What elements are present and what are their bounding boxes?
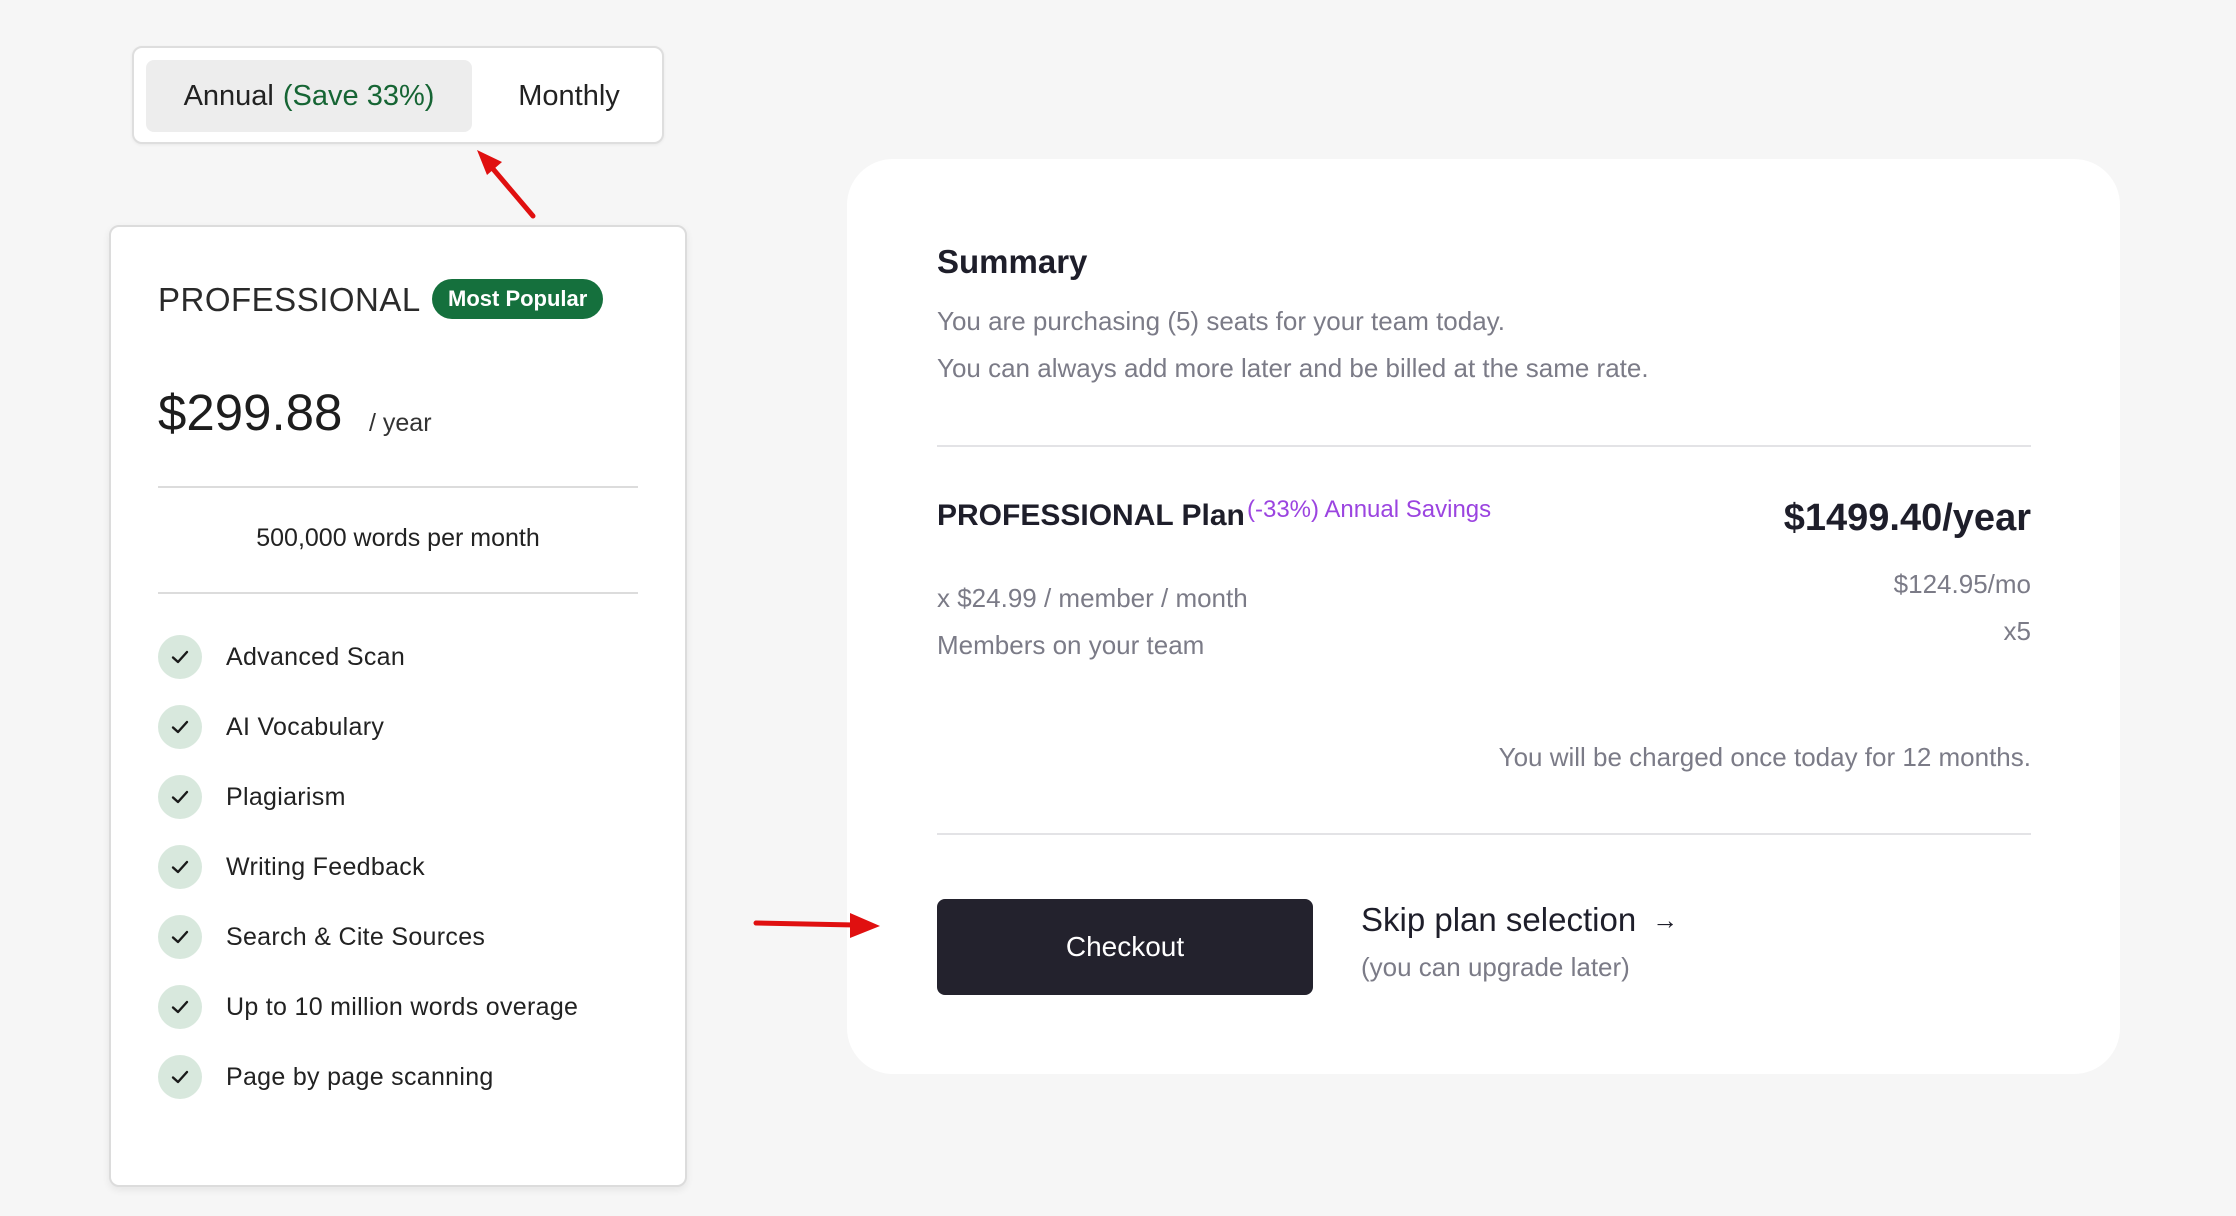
summary-total-price: $1499.40/year [1783,497,2031,539]
annotation-arrow-icon [477,150,536,219]
divider [937,833,2031,835]
skip-plan-selection-link[interactable]: Skip plan selection → [1361,901,1678,939]
feature-item: Up to 10 million words overage [158,985,658,1029]
billing-toggle: Annual (Save 33%) Monthly [132,46,664,144]
billing-option-monthly[interactable]: Monthly [484,60,654,132]
summary-title: Summary [937,243,1088,280]
monthly-total: $124.95/mo [1893,569,2031,599]
skip-upgrade-note: (you can upgrade later) [1361,952,1630,982]
divider [158,592,638,594]
plan-name: PROFESSIONAL [158,281,421,318]
annual-savings-label: (-33%) Annual Savings [1247,496,1492,523]
summary-billing-text: You can always add more later and be bil… [937,353,1649,383]
feature-label: Page by page scanning [226,1062,494,1091]
feature-label: Up to 10 million words overage [226,992,579,1021]
check-icon [158,985,202,1029]
arrow-right-icon: → [1652,904,1679,935]
feature-item: Writing Feedback [158,845,658,889]
feature-item: AI Vocabulary [158,705,658,749]
summary-seats-text: You are purchasing (5) seats for your te… [937,306,1505,336]
annual-save-tag: (Save 33%) [282,79,435,112]
divider [158,486,638,488]
billing-option-annual[interactable]: Annual (Save 33%) [146,60,472,132]
members-label: Members on your team [937,630,1205,660]
feature-item: Advanced Scan [158,635,658,679]
feature-item: Search & Cite Sources [158,915,658,959]
plan-price: $299.88 [158,384,343,441]
check-icon [158,635,202,679]
skip-plan-selection-label: Skip plan selection [1361,901,1637,938]
check-icon [158,845,202,889]
feature-label: Search & Cite Sources [226,922,486,951]
most-popular-badge: Most Popular [432,279,604,319]
feature-label: Plagiarism [226,782,346,811]
feature-label: Writing Feedback [226,852,425,881]
annual-label: Annual [183,79,274,112]
charge-note: You will be charged once today for 12 mo… [1498,742,2031,772]
check-icon [158,775,202,819]
plan-price-period: / year [369,409,432,437]
check-icon [158,705,202,749]
summary-card: Summary You are purchasing (5) seats for… [847,159,2120,1074]
feature-label: AI Vocabulary [226,712,385,741]
per-member-price: x $24.99 / member / month [937,583,1248,613]
feature-label: Advanced Scan [226,642,406,671]
plan-card-professional: PROFESSIONAL Most Popular $299.88 / year… [109,225,687,1187]
feature-item: Page by page scanning [158,1055,658,1099]
checkout-button[interactable]: Checkout [937,899,1313,995]
summary-plan-title: PROFESSIONAL Plan [937,499,1245,532]
monthly-label: Monthly [518,79,620,112]
annotation-arrow-icon [753,913,880,938]
check-icon [158,915,202,959]
members-count: x5 [2003,616,2031,646]
feature-item: Plagiarism [158,775,658,819]
check-icon [158,1055,202,1099]
plan-quota: 500,000 words per month [256,524,540,552]
divider [937,445,2031,447]
